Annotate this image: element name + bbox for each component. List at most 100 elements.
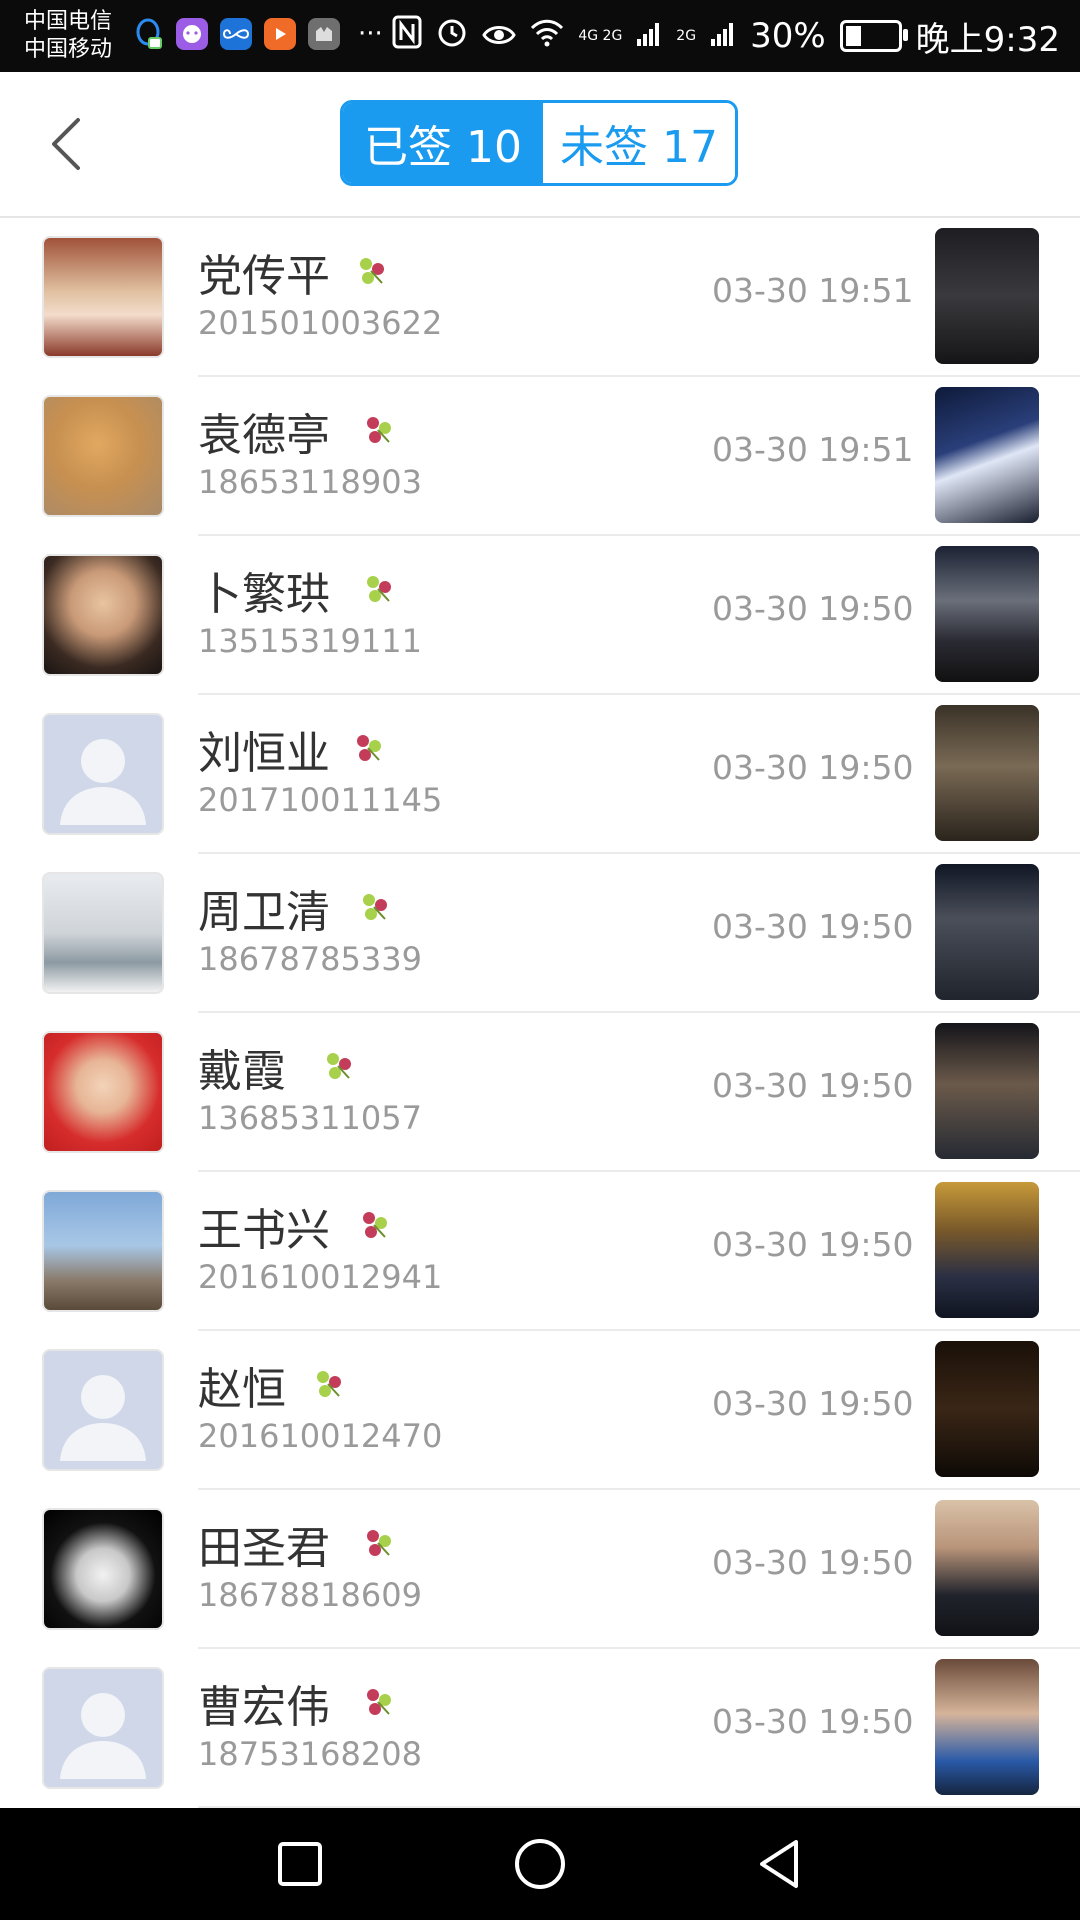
clover-badge-icon xyxy=(362,572,396,606)
signin-photo[interactable] xyxy=(935,1500,1039,1636)
wifi-icon xyxy=(530,16,564,56)
signin-photo[interactable] xyxy=(935,864,1039,1000)
huawei-app-icon xyxy=(308,18,340,50)
carrier-1: 中国电信 xyxy=(24,9,113,34)
avatar[interactable] xyxy=(42,1508,164,1630)
list-item[interactable]: 党传平 201501003622 03-30 19:51 xyxy=(0,218,1080,377)
signal-bars-2-icon xyxy=(710,16,736,56)
member-id: 18678818609 xyxy=(198,1576,422,1614)
signin-photo[interactable] xyxy=(935,387,1039,523)
default-avatar-icon xyxy=(60,1693,146,1779)
avatar[interactable] xyxy=(42,236,164,358)
avatar[interactable] xyxy=(42,395,164,517)
nfc-icon xyxy=(392,15,422,58)
avatar[interactable] xyxy=(42,554,164,676)
list-item[interactable]: 王书兴 201610012941 03-30 19:50 xyxy=(0,1172,1080,1331)
member-id: 13685311057 xyxy=(198,1099,422,1137)
home-circle-icon[interactable] xyxy=(510,1834,570,1894)
signin-time: 03-30 19:50 xyxy=(712,748,914,787)
signin-photo[interactable] xyxy=(935,546,1039,682)
member-name: 周卫清 xyxy=(198,887,330,938)
clover-badge-icon xyxy=(362,1685,396,1719)
list-item[interactable]: 戴霞 13685311057 03-30 19:50 xyxy=(0,1013,1080,1172)
system-indicators: 4G 2G 2G 30% 晚上9:32 xyxy=(392,12,1060,60)
member-id: 18753168208 xyxy=(198,1735,422,1773)
member-name: 卜繁珙 xyxy=(198,569,330,620)
member-name: 戴霞 xyxy=(198,1046,286,1097)
signin-time: 03-30 19:50 xyxy=(712,1225,914,1264)
signin-photo[interactable] xyxy=(935,1023,1039,1159)
list-item[interactable]: 曹宏伟 18753168208 03-30 19:50 xyxy=(0,1649,1080,1808)
notification-icons: ··· xyxy=(132,18,383,50)
list-item[interactable]: 田圣君 18678818609 03-30 19:50 xyxy=(0,1490,1080,1649)
member-id: 18678785339 xyxy=(198,940,422,978)
list-item[interactable]: 袁德亭 18653118903 03-30 19:51 xyxy=(0,377,1080,536)
signin-photo[interactable] xyxy=(935,705,1039,841)
avatar[interactable] xyxy=(42,713,164,835)
signin-photo[interactable] xyxy=(935,1659,1039,1795)
member-id: 201610012470 xyxy=(198,1417,443,1455)
signin-time: 03-30 19:50 xyxy=(712,1066,914,1105)
member-id: 201501003622 xyxy=(198,304,443,342)
recents-square-icon[interactable] xyxy=(270,1834,330,1894)
avatar[interactable] xyxy=(42,1667,164,1789)
carrier-labels: 中国电信 中国移动 xyxy=(24,8,112,64)
infinity-app-icon xyxy=(220,18,252,50)
system-nav-bar xyxy=(0,1808,1080,1920)
tab-unsigned[interactable]: 未签 17 xyxy=(543,103,735,183)
signin-photo[interactable] xyxy=(935,1182,1039,1318)
member-id: 201610012941 xyxy=(198,1258,443,1296)
signin-photo[interactable] xyxy=(935,1341,1039,1477)
signin-segmented-control: 已签 10 未签 17 xyxy=(340,100,738,186)
qq-icon xyxy=(132,18,164,50)
avatar[interactable] xyxy=(42,1031,164,1153)
clover-badge-icon xyxy=(352,731,386,765)
clover-badge-icon xyxy=(362,413,396,447)
messenger-icon xyxy=(176,18,208,50)
network-2-label: 2G xyxy=(676,28,697,44)
clover-badge-icon xyxy=(358,1208,392,1242)
eye-comfort-icon xyxy=(482,16,517,56)
status-time: 晚上9:32 xyxy=(915,19,1060,60)
video-app-icon xyxy=(264,18,296,50)
list-item[interactable]: 赵恒 201610012470 03-30 19:50 xyxy=(0,1331,1080,1490)
signal-1-icon: 4G 2G xyxy=(578,29,622,43)
clover-badge-icon xyxy=(358,890,392,924)
default-avatar-icon xyxy=(60,739,146,825)
signin-photo[interactable] xyxy=(935,228,1039,364)
list-item[interactable]: 周卫清 18678785339 03-30 19:50 xyxy=(0,854,1080,1013)
list-item[interactable]: 卜繁珙 13515319111 03-30 19:50 xyxy=(0,536,1080,695)
signal-2-icon: 2G xyxy=(676,28,696,44)
clover-badge-icon xyxy=(362,1526,396,1560)
member-id: 18653118903 xyxy=(198,463,422,501)
signal-bars-1-icon xyxy=(636,16,662,56)
clover-badge-icon xyxy=(322,1049,356,1083)
signin-time: 03-30 19:51 xyxy=(712,430,914,469)
battery-icon xyxy=(839,20,908,52)
member-name: 党传平 xyxy=(198,251,330,302)
default-avatar-icon xyxy=(60,1375,146,1461)
avatar[interactable] xyxy=(42,1190,164,1312)
carrier-2: 中国移动 xyxy=(24,37,113,62)
back-button[interactable] xyxy=(40,116,90,172)
member-name: 刘恒业 xyxy=(198,728,330,779)
more-notifications: ··· xyxy=(358,19,383,49)
list-item[interactable]: 刘恒业 201710011145 03-30 19:50 xyxy=(0,695,1080,854)
back-triangle-icon[interactable] xyxy=(750,1834,810,1894)
member-name: 赵恒 xyxy=(198,1364,286,1415)
tab-signed[interactable]: 已签 10 xyxy=(343,103,543,183)
signin-time: 03-30 19:50 xyxy=(712,589,914,628)
signin-time: 03-30 19:50 xyxy=(712,1543,914,1582)
signin-list: 党传平 201501003622 03-30 19:51 袁德亭 18653118903… xyxy=(0,218,1080,1808)
member-name: 曹宏伟 xyxy=(198,1682,330,1733)
alarm-icon xyxy=(436,16,468,57)
network-1-label: 4G 2G xyxy=(578,28,623,44)
member-name: 田圣君 xyxy=(198,1523,330,1574)
signin-time: 03-30 19:50 xyxy=(712,1384,914,1423)
clover-badge-icon xyxy=(355,254,389,288)
avatar[interactable] xyxy=(42,872,164,994)
member-id: 201710011145 xyxy=(198,781,443,819)
clover-badge-icon xyxy=(312,1367,346,1401)
avatar[interactable] xyxy=(42,1349,164,1471)
signin-time: 03-30 19:50 xyxy=(712,907,914,946)
